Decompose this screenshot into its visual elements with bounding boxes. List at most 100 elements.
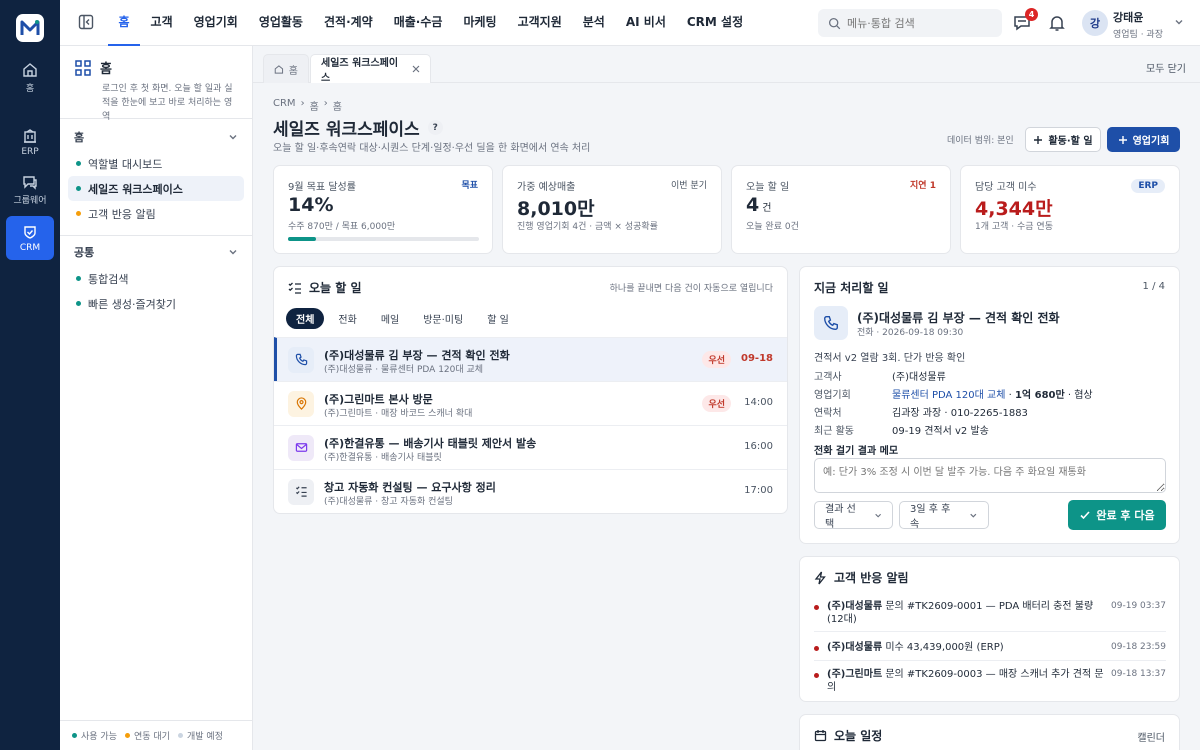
opportunity-link[interactable]: 물류센터 PDA 120대 교체: [892, 390, 1005, 401]
rail-label-home: 홈: [25, 84, 35, 94]
sidebar-item-customer-alerts[interactable]: 고객 반응 알림: [68, 201, 244, 226]
panel-title: 오늘 일정: [814, 727, 882, 744]
task-counter: 1 / 4: [1142, 281, 1165, 292]
sidebar-item-role-dashboard[interactable]: 역할별 대시보드: [68, 151, 244, 176]
map-pin-icon: [288, 390, 314, 417]
global-search[interactable]: [818, 9, 1002, 37]
help-icon[interactable]: ?: [427, 120, 443, 135]
rail-item-home[interactable]: 홈: [6, 56, 54, 100]
followup-select[interactable]: 3일 후 후속: [899, 501, 989, 530]
nav-analytics[interactable]: 분석: [572, 0, 615, 46]
rail-item-erp[interactable]: ERP: [6, 120, 54, 164]
nav-opportunities[interactable]: 영업기회: [183, 0, 248, 46]
tab-home[interactable]: 홈: [263, 54, 309, 83]
complete-next-button[interactable]: 완료 후 다음: [1068, 500, 1166, 530]
add-activity-button[interactable]: 활동·할 일: [1025, 127, 1101, 152]
task-row[interactable]: (주)한결유통 — 배송기사 태블릿 제안서 발송 (주)한결유통 · 배송기사…: [274, 425, 787, 469]
home-icon: [274, 64, 284, 74]
sidebar-toggle-icon[interactable]: [78, 14, 94, 30]
legend-planned: 개발 예정: [186, 732, 223, 742]
sidebar-item-label: 고객 반응 알림: [88, 207, 156, 221]
phone-icon: [814, 306, 848, 340]
task-time: 17:00: [744, 485, 773, 496]
sidebar-group-title[interactable]: 홈: [68, 123, 244, 151]
sidebar-group-label: 공통: [74, 246, 95, 259]
rail-item-crm[interactable]: CRM: [6, 216, 54, 260]
alert-item[interactable]: (주)대성물류 문의 #TK2609-0001 — PDA 배터리 충전 불량 …: [814, 600, 1166, 626]
filter-mail[interactable]: 메일: [371, 308, 409, 329]
user-info[interactable]: 강태윤 영업팀 · 과장: [1113, 9, 1163, 40]
task-row[interactable]: (주)대성물류 김 부장 — 견적 확인 전화 (주)대성물류 · 물류센터 P…: [274, 337, 787, 381]
calendar-link[interactable]: 캘린더: [1137, 729, 1165, 744]
alert-dot: [814, 646, 819, 651]
panel-title: 고객 반응 알림: [814, 569, 909, 586]
notifications-button[interactable]: [1048, 14, 1066, 32]
select-value: 3일 후 후속: [910, 504, 951, 530]
customer-link[interactable]: (주)대성물류: [892, 368, 946, 383]
page-subtitle: 오늘 할 일·후속연락 대상·시퀀스 단계·일정·우선 딜을 한 화면에서 연속…: [273, 143, 591, 154]
breadcrumb-item[interactable]: CRM: [273, 98, 296, 113]
rail-item-groupware[interactable]: 그룹웨어: [6, 168, 54, 212]
sidebar-item-label: 빠른 생성·즐겨찾기: [88, 297, 176, 311]
kpi-unit: 건: [762, 203, 772, 214]
sidebar-item-quick-create[interactable]: 빠른 생성·즐겨찾기: [68, 291, 244, 316]
sidebar-item-label: 세일즈 워크스페이스: [88, 182, 183, 196]
task-subtitle: (주)그린마트 · 매장 바코드 스캐너 확대: [324, 409, 473, 419]
kpi-sub: 진행 영업기회 4건 · 금액 × 성공확률: [517, 222, 658, 232]
sidebar: 홈 로그인 후 첫 화면. 오늘 할 일과 실적을 한눈에 보고 바로 처리하는…: [60, 46, 253, 750]
grid-icon: [75, 59, 91, 76]
breadcrumb-item[interactable]: 홈: [310, 98, 319, 113]
messages-button[interactable]: 4: [1013, 8, 1038, 32]
status-dot: [76, 211, 81, 216]
tab-sales-workspace[interactable]: 세일즈 워크스페이스: [310, 54, 431, 84]
filter-call[interactable]: 전화: [328, 308, 366, 329]
app-logo[interactable]: [16, 14, 44, 42]
chevron-down-icon[interactable]: [1174, 17, 1184, 27]
task-row[interactable]: 창고 자동화 컨설팅 — 요구사항 정리 (주)대성물류 · 창고 자동화 컨설…: [274, 469, 787, 513]
nav-sales-collection[interactable]: 매출·수금: [383, 0, 453, 46]
today-tasks-panel: 오늘 할 일 하나를 끝내면 다음 건이 자동으로 열립니다 전체 전화 메일 …: [273, 266, 788, 514]
close-icon[interactable]: [412, 65, 420, 73]
call-result-memo[interactable]: [814, 458, 1166, 493]
filter-all[interactable]: 전체: [286, 308, 325, 329]
search-icon: [828, 17, 841, 29]
alert-item[interactable]: (주)대성물류 미수 43,439,000원 (ERP) 09-18 23:59: [814, 641, 1166, 654]
chevron-down-icon: [970, 513, 977, 518]
sidebar-item-sales-workspace[interactable]: 세일즈 워크스페이스: [68, 176, 244, 201]
add-opportunity-button[interactable]: 영업기회: [1107, 127, 1180, 152]
nav-activities[interactable]: 영업활동: [248, 0, 313, 46]
search-input[interactable]: [847, 16, 987, 30]
alert-time: 09-18 23:59: [1111, 642, 1166, 652]
task-title: (주)대성물류 김 부장 — 견적 확인 전화: [324, 349, 510, 362]
panel-title: 오늘 할 일: [288, 279, 362, 296]
field-label: 고객사: [814, 372, 842, 383]
task-row[interactable]: (주)그린마트 본사 방문 (주)그린마트 · 매장 바코드 스캐너 확대 우선…: [274, 381, 787, 425]
filter-todo[interactable]: 할 일: [477, 308, 519, 329]
field-opportunity: 영업기회 물류센터 PDA 120대 교체 · 1억 680만 · 협상: [814, 386, 1093, 401]
check-icon: [1080, 511, 1090, 520]
status-legend: 사용 가능 연동 대기 개발 예정: [60, 720, 252, 750]
nav-home[interactable]: 홈: [108, 0, 141, 46]
page-title-text: 세일즈 워크스페이스: [273, 120, 420, 140]
sidebar-item-unified-search[interactable]: 통합검색: [68, 266, 244, 291]
nav-customers[interactable]: 고객: [140, 0, 183, 46]
priority-badge: 우선: [702, 395, 731, 412]
alert-item[interactable]: (주)그린마트 문의 #TK2609-0003 — 매장 스캐너 추가 견적 문…: [814, 668, 1166, 694]
result-select[interactable]: 결과 선택: [814, 501, 893, 530]
kpi-label: 가중 예상매출: [517, 182, 576, 193]
nav-crm-settings[interactable]: CRM 설정: [676, 0, 753, 46]
close-all-tabs[interactable]: 모두 닫기: [1146, 60, 1186, 75]
task-title: (주)한결유통 — 배송기사 태블릿 제안서 발송: [324, 437, 537, 450]
nav-marketing[interactable]: 마케팅: [453, 0, 507, 46]
sidebar-group-title[interactable]: 공통: [68, 238, 244, 266]
kpi-sub: 오늘 완료 0건: [746, 222, 799, 232]
sidebar-item-label: 통합검색: [88, 272, 129, 286]
nav-ai-assistant[interactable]: AI 비서: [615, 0, 676, 46]
home-icon: [23, 63, 37, 77]
kpi-value: 8,010만: [517, 198, 595, 220]
nav-quotes-contracts[interactable]: 견적·계약: [313, 0, 383, 46]
user-avatar[interactable]: 강: [1082, 10, 1108, 36]
nav-support[interactable]: 고객지원: [507, 0, 572, 46]
filter-visit[interactable]: 방문·미팅: [413, 308, 473, 329]
user-name: 강태윤: [1113, 11, 1144, 24]
